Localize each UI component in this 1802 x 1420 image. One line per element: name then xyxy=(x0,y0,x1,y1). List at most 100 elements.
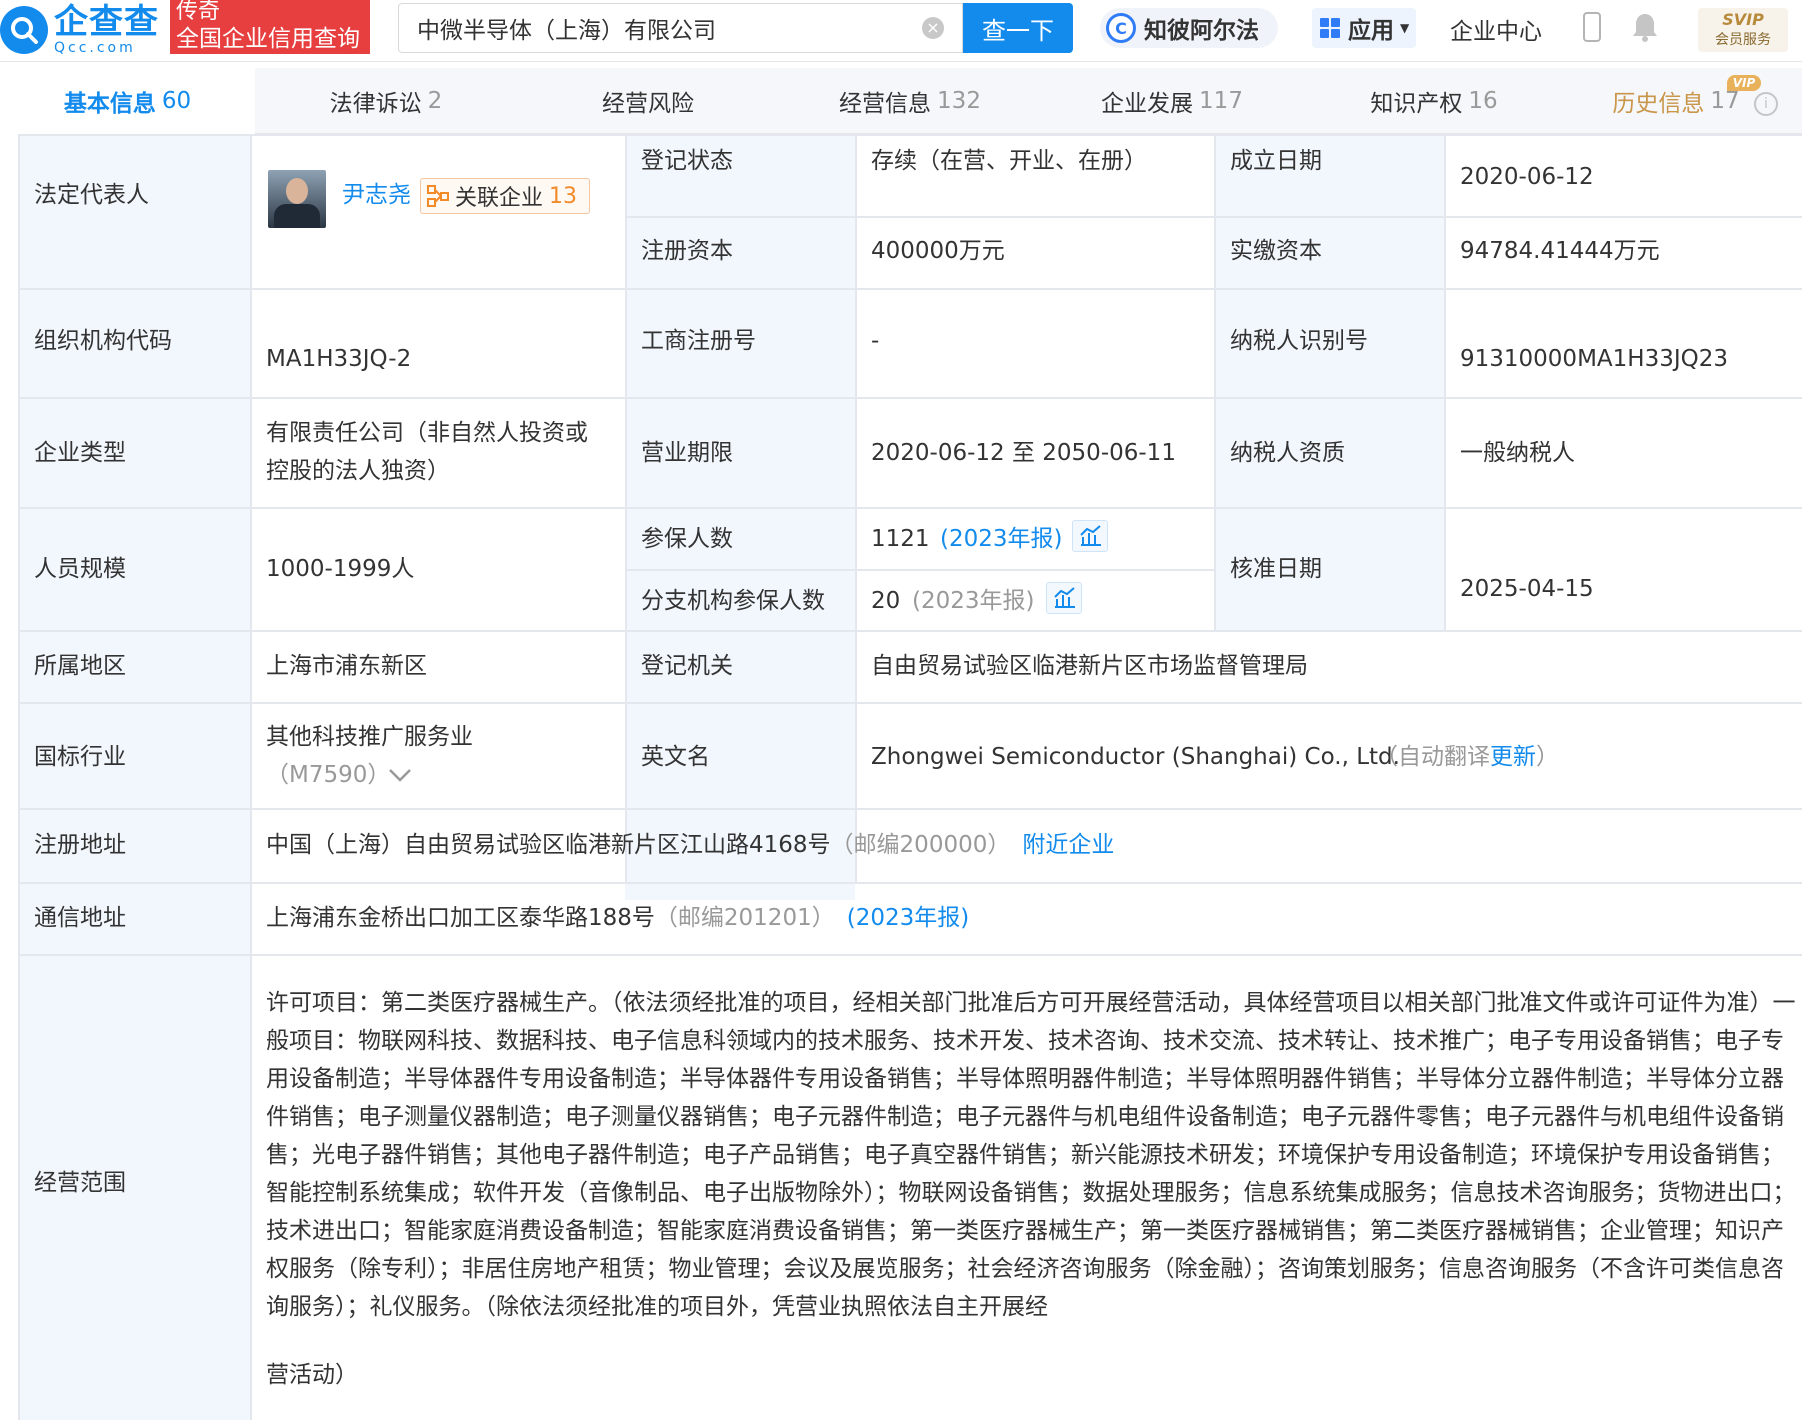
nearby-companies-link[interactable]: 附近企业 xyxy=(1022,832,1114,858)
taxpayer-qual-label: 纳税人资质 xyxy=(1230,440,1345,466)
reg-capital-value: 400000万元 xyxy=(871,238,1005,264)
branch-insured-label: 分支机构参保人数 xyxy=(641,588,825,614)
biz-reg-no-label: 工商注册号 xyxy=(641,328,756,354)
svip-label: SVIP xyxy=(1722,10,1764,29)
bell-icon[interactable] xyxy=(1632,12,1658,42)
approve-date-label: 核准日期 xyxy=(1230,556,1322,582)
auto-translate-note: （自动翻译更新） xyxy=(1375,738,1559,776)
legal-rep-avatar[interactable] xyxy=(268,170,326,228)
row-divider xyxy=(18,882,1802,884)
promo-badge-line2: 全国企业信用查询 xyxy=(176,26,360,52)
tab-count: 117 xyxy=(1199,88,1243,114)
svip-member-button[interactable]: SVIP 会员服务 xyxy=(1698,8,1788,52)
reg-address-label: 注册地址 xyxy=(34,832,126,858)
tab-label: 企业发展 xyxy=(1101,91,1194,117)
reg-capital-label: 注册资本 xyxy=(641,238,733,264)
industry-value: 其他科技推广服务业 xyxy=(266,724,473,750)
update-link[interactable]: 更新 xyxy=(1490,744,1536,770)
english-name-label: 英文名 xyxy=(641,744,710,770)
promo-badge-line1: 传奇 xyxy=(176,0,221,24)
paid-capital-value: 94784.41444万元 xyxy=(1460,238,1660,264)
scope-label: 经营范围 xyxy=(34,1170,126,1196)
row-divider xyxy=(18,397,1802,399)
zhibi-alpha-button[interactable]: C 知彼阿尔法 xyxy=(1100,8,1278,48)
business-scope-text: 许可项目：第二类医疗器械生产。（依法须经批准的项目，经相关部门批准后方可开展经营… xyxy=(266,990,1796,1320)
mail-report-link[interactable]: (2023年报) xyxy=(847,905,969,931)
svip-sub-label: 会员服务 xyxy=(1715,32,1771,48)
trend-chart-icon[interactable] xyxy=(1072,520,1108,552)
logo-text-en: Qcc.com xyxy=(54,40,136,56)
tab-label: 历史信息 xyxy=(1612,91,1705,117)
row-divider xyxy=(18,630,1802,632)
tab-legal-litigation[interactable]: 法律诉讼 2 xyxy=(255,68,517,134)
basic-info-table: 法定代表人 尹志尧 关联企业 13 登记状态 存续（在营、开业、在册） 成立日期… xyxy=(18,134,1802,1420)
branch-insured-report: (2023年报) xyxy=(912,588,1035,614)
found-date-value: 2020-06-12 xyxy=(1460,164,1594,190)
reg-postcode: （邮编200000） xyxy=(830,832,1011,858)
biz-term-value: 2020-06-12 至 2050-06-11 xyxy=(871,440,1176,466)
trend-chart-icon[interactable] xyxy=(1046,582,1082,614)
logo[interactable]: 企查查 Qcc.com xyxy=(0,0,159,60)
tab-development[interactable]: 企业发展 117 xyxy=(1041,68,1303,134)
staff-label: 人员规模 xyxy=(34,556,126,582)
row-divider xyxy=(625,569,1214,571)
reg-authority-value: 自由贸易试验区临港新片区市场监督管理局 xyxy=(871,653,1308,679)
enterprise-center-link[interactable]: 企业中心 xyxy=(1450,12,1542,46)
biz-term-label: 营业期限 xyxy=(641,440,733,466)
promo-badge[interactable]: 传奇 全国企业信用查询 xyxy=(170,0,370,54)
apps-menu-label: 应用 xyxy=(1348,18,1394,44)
taxpayer-id-value: 91310000MA1H33JQ23 xyxy=(1460,346,1728,372)
staff-value: 1000-1999人 xyxy=(266,556,415,582)
column-divider xyxy=(1444,134,1446,630)
tab-basic-info[interactable]: 基本信息 60 xyxy=(0,68,255,134)
column-divider xyxy=(625,134,627,882)
industry-code: （M7590） xyxy=(266,762,391,788)
insured-report-link[interactable]: (2023年报) xyxy=(940,520,1062,558)
tab-label: 经营信息 xyxy=(839,91,932,117)
mail-address-value: 上海浦东金桥出口加工区泰华路188号（邮编201201） (2023年报) xyxy=(266,899,969,937)
tab-business-info[interactable]: 经营信息 132 xyxy=(779,68,1041,134)
row-divider xyxy=(18,702,1802,704)
paid-capital-label: 实缴资本 xyxy=(1230,238,1322,264)
vip-badge: VIP xyxy=(1727,75,1761,91)
mail-address-text: 上海浦东金桥出口加工区泰华路188号 xyxy=(266,905,655,931)
column-divider xyxy=(250,134,252,1420)
apps-menu-button[interactable]: 应用 ▼ xyxy=(1312,8,1416,48)
column-divider xyxy=(18,134,20,1420)
tab-label: 法律诉讼 xyxy=(329,91,422,117)
ent-type-value-line1: 有限责任公司（非自然人投资或 xyxy=(266,420,588,446)
tab-count: 17 xyxy=(1710,88,1740,114)
insured-label: 参保人数 xyxy=(641,526,733,552)
caret-down-icon: ▼ xyxy=(1400,21,1410,35)
logo-text-cn: 企查查 xyxy=(54,2,159,42)
tab-label: 经营风险 xyxy=(602,91,694,117)
tab-count: 16 xyxy=(1468,88,1498,114)
reg-status-label: 登记状态 xyxy=(641,148,733,174)
english-name-value: Zhongwei Semiconductor (Shanghai) Co., L… xyxy=(871,744,1400,770)
grid-icon xyxy=(1320,18,1340,38)
info-icon[interactable]: i xyxy=(1754,92,1778,116)
auto-translate-end: ） xyxy=(1536,744,1559,770)
search-button[interactable]: 查一下 xyxy=(963,3,1073,53)
mail-postcode: （邮编201201） xyxy=(654,905,835,931)
related-companies-button[interactable]: 关联企业 13 xyxy=(420,178,590,214)
mobile-phone-icon[interactable] xyxy=(1583,12,1601,42)
chevron-down-icon[interactable] xyxy=(388,766,412,784)
clear-icon[interactable]: × xyxy=(922,17,944,39)
region-value: 上海市浦东新区 xyxy=(266,653,427,679)
tab-business-risk[interactable]: 经营风险 xyxy=(517,68,779,134)
approve-date-value: 2025-04-15 xyxy=(1460,576,1594,602)
taxpayer-id-label: 纳税人识别号 xyxy=(1230,328,1368,354)
taxpayer-qual-value: 一般纳税人 xyxy=(1460,440,1575,466)
related-companies-count: 13 xyxy=(549,183,578,209)
tab-count: 132 xyxy=(937,88,981,114)
biz-reg-no-value: - xyxy=(871,328,880,354)
legal-rep-name-link[interactable]: 尹志尧 xyxy=(342,176,411,214)
search-input[interactable]: 中微半导体（上海）有限公司 xyxy=(398,3,963,53)
mail-address-label: 通信地址 xyxy=(34,905,126,931)
insured-value: 1121 xyxy=(871,526,930,552)
tab-count: 2 xyxy=(427,88,443,114)
row-divider xyxy=(18,134,1802,136)
tab-intellectual-property[interactable]: 知识产权 16 xyxy=(1303,68,1565,134)
reg-status-value: 存续（在营、开业、在册） xyxy=(871,148,1147,174)
